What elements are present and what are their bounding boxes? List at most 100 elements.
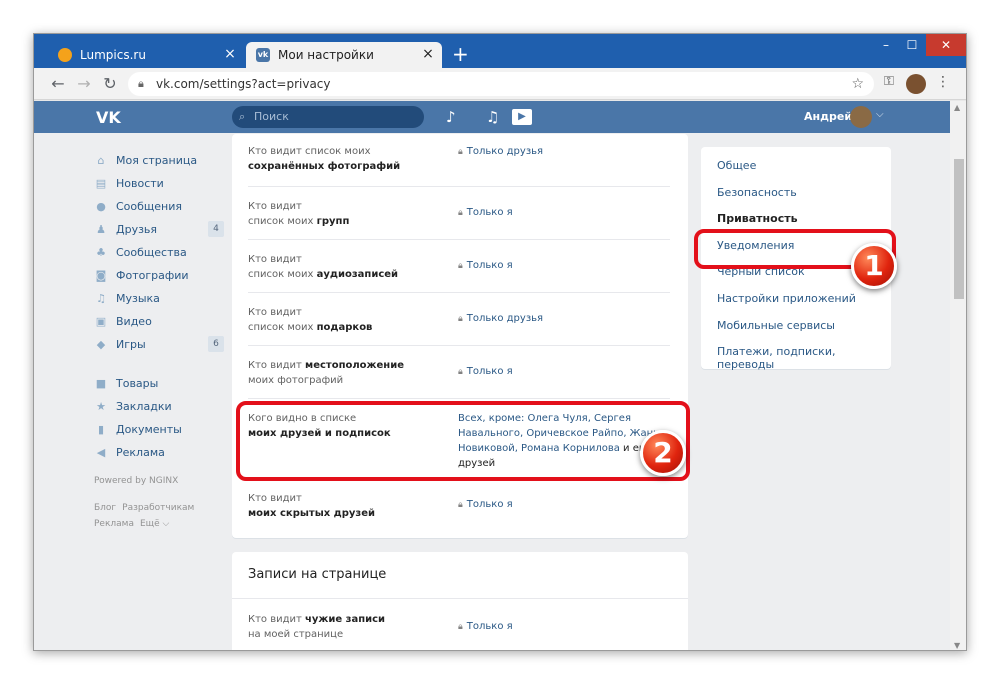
label-bold: групп: [316, 216, 350, 227]
lock-icon: 🔒︎: [458, 622, 463, 632]
address-bar[interactable]: 🔒︎ vk.com/settings?act=privacy ☆: [128, 72, 874, 96]
settings-menu-item[interactable]: Мобильные сервисы: [717, 319, 835, 332]
privacy-row: Кто видит моих скрытых друзей 🔒︎ Только я: [248, 479, 670, 538]
address-toolbar: ← → ↻ 🔒︎ vk.com/settings?act=privacy ☆ ⚿…: [34, 68, 966, 100]
highlight-box-2: [236, 401, 690, 481]
reload-icon[interactable]: ↻: [100, 74, 120, 94]
scroll-down-icon[interactable]: ▼: [954, 641, 960, 650]
scrollbar[interactable]: ▲ ▼: [950, 101, 966, 650]
close-window-button[interactable]: ✕: [926, 34, 966, 56]
privacy-value: Только я: [466, 621, 513, 632]
forward-arrow-icon[interactable]: →: [74, 74, 94, 94]
back-arrow-icon[interactable]: ←: [48, 74, 68, 94]
privacy-value-link[interactable]: 🔒︎ Только я: [458, 258, 513, 274]
vk-logo[interactable]: VK: [96, 108, 121, 127]
label-bold: моих скрытых друзей: [248, 508, 376, 519]
left-nav: ⌂ Моя страница ▤ Новости ● Сообщения ♟ Друзья 4 ♣…: [94, 149, 224, 532]
lock-icon: 🔒︎: [458, 367, 463, 377]
privacy-value-link[interactable]: 🔒︎ Только друзья: [458, 144, 543, 160]
settings-menu-item[interactable]: Настройки приложений: [717, 292, 856, 305]
sidebar-item-label: Закладки: [116, 400, 172, 413]
tab-lumpics[interactable]: Lumpics.ru ×: [48, 42, 244, 68]
scroll-thumb[interactable]: [954, 159, 964, 299]
sidebar-item[interactable]: ◙ Фотографии: [94, 264, 222, 287]
vk-header: VK ⌕ Поиск ♪ ♫ ▶ Андрей ⌵: [34, 101, 950, 133]
video-icon: ▣: [95, 314, 107, 328]
music-icon: ♫: [96, 291, 106, 305]
footer-link[interactable]: Разработчикам: [122, 503, 194, 513]
privacy-value: Только я: [466, 260, 513, 271]
privacy-value-link[interactable]: 🔒︎ Только я: [458, 205, 513, 221]
sidebar-item[interactable]: ▮ Документы: [94, 418, 222, 441]
privacy-row: Кто видит местоположение моих фотографий 🔒…: [248, 346, 670, 399]
avatar[interactable]: [850, 106, 872, 128]
key-icon[interactable]: ⚿: [884, 74, 894, 89]
privacy-value: Только друзья: [466, 313, 544, 324]
lumpics-favicon-icon: [58, 48, 72, 62]
url-text: vk.com/settings?act=privacy: [156, 77, 331, 91]
vk-page: VK ⌕ Поиск ♪ ♫ ▶ Андрей ⌵ ⌂ Моя страница ▤…: [34, 101, 950, 650]
sidebar-item[interactable]: ♟ Друзья 4: [94, 218, 224, 241]
privacy-value-link[interactable]: 🔒︎ Только я: [458, 364, 513, 380]
footer-link[interactable]: Ещё ⌵: [140, 519, 169, 529]
photos-icon: ◙: [95, 268, 107, 282]
sidebar-item[interactable]: ■ Товары: [94, 372, 222, 395]
count-badge: 6: [208, 336, 224, 352]
bookmark-star-icon[interactable]: ☆: [851, 72, 864, 96]
sidebar-item[interactable]: ▤ Новости: [94, 172, 222, 195]
privacy-row-label: Кто видит список моих аудиозаписей: [248, 252, 448, 282]
sidebar-item-label: Друзья: [116, 223, 158, 236]
settings-menu-item[interactable]: Приватность: [717, 212, 798, 225]
scroll-up-icon[interactable]: ▲: [954, 103, 960, 112]
music-icon[interactable]: ♫: [486, 108, 499, 126]
search-icon: ⌕: [239, 110, 246, 123]
sidebar-item[interactable]: ◀ Реклама: [94, 441, 222, 464]
profile-avatar-icon[interactable]: [906, 74, 926, 94]
sidebar-item-label: Моя страница: [116, 154, 198, 167]
sidebar-item[interactable]: ● Сообщения: [94, 195, 222, 218]
maximize-button[interactable]: ☐: [898, 34, 926, 56]
privacy-value-link[interactable]: 🔒︎ Только друзья: [458, 311, 543, 327]
privacy-row: Кто видит список моих групп 🔒︎ Только я: [248, 187, 670, 240]
chevron-down-icon[interactable]: ⌵: [876, 109, 884, 120]
new-tab-button[interactable]: +: [452, 42, 469, 66]
callout-badge-2: 2: [640, 430, 686, 476]
news-icon: ▤: [95, 176, 107, 190]
settings-menu-item[interactable]: Общее: [717, 159, 756, 172]
privacy-row: Кто видит список моих подарков 🔒︎ Только др…: [248, 293, 670, 346]
sidebar-item[interactable]: ▣ Видео: [94, 310, 222, 333]
footer-link[interactable]: Реклама: [94, 519, 134, 529]
browser-menu-icon[interactable]: ⋮: [936, 74, 950, 90]
close-tab-icon[interactable]: ×: [420, 46, 436, 62]
privacy-value-link[interactable]: 🔒︎ Только я: [458, 619, 513, 635]
bell-icon[interactable]: ♪: [446, 108, 456, 126]
minimize-button[interactable]: –: [872, 34, 900, 56]
sidebar-item-label: Документы: [116, 423, 182, 436]
search-input[interactable]: ⌕ Поиск: [232, 106, 424, 128]
lock-icon: 🔒︎: [458, 500, 463, 510]
settings-menu-item[interactable]: Платежи, подписки, переводы: [717, 345, 891, 371]
label-bold: аудиозаписей: [316, 269, 399, 280]
lock-icon: 🔒︎: [458, 261, 463, 271]
documents-icon: ▮: [97, 422, 105, 436]
tab-settings[interactable]: vk Мои настройки ×: [246, 42, 442, 68]
sidebar-item-label: Новости: [116, 177, 164, 190]
close-tab-icon[interactable]: ×: [222, 46, 238, 62]
sidebar-item[interactable]: ⌂ Моя страница: [94, 149, 222, 172]
user-name[interactable]: Андрей: [804, 110, 852, 123]
label-text: список моих: [248, 322, 317, 333]
sidebar-item[interactable]: ◆ Игры 6: [94, 333, 224, 356]
sidebar-item[interactable]: ♫ Музыка: [94, 287, 222, 310]
bookmarks-icon: ★: [96, 399, 106, 413]
settings-menu-item[interactable]: Безопасность: [717, 186, 797, 199]
privacy-row-label: Кто видит список моих групп: [248, 199, 448, 229]
label-bold: чужие записи: [305, 614, 386, 625]
sidebar-item[interactable]: ★ Закладки: [94, 395, 222, 418]
footer-link[interactable]: Блог: [94, 503, 116, 513]
sidebar-item[interactable]: ♣ Сообщества: [94, 241, 222, 264]
callout-badge-1: 1: [851, 243, 897, 289]
sidebar-item-label: Сообщества: [116, 246, 187, 259]
play-icon[interactable]: ▶: [512, 109, 532, 125]
tab-strip: Lumpics.ru × vk Мои настройки × + – ☐ ✕: [34, 34, 966, 68]
privacy-value-link[interactable]: 🔒︎ Только я: [458, 497, 513, 513]
